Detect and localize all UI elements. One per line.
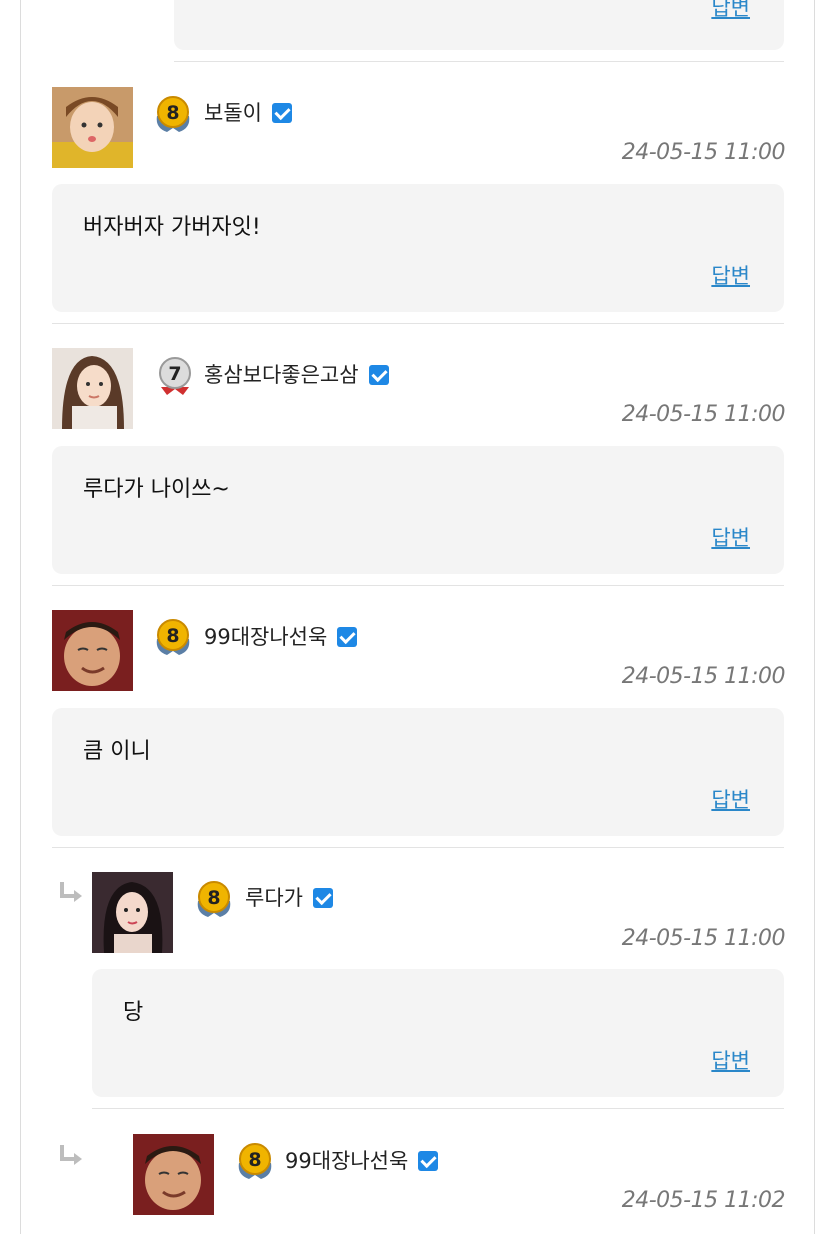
reply-arrow-icon (60, 1145, 82, 1165)
avatar[interactable] (52, 87, 133, 168)
author-name[interactable]: 홍삼보다좋은고삼 (204, 363, 359, 387)
verified-check-icon (337, 627, 358, 647)
comment-author[interactable]: 99대장나선욱 (204, 623, 358, 651)
comment-timestamp: 24-05-15 11:00 (621, 402, 786, 427)
comment-timestamp: 24-05-15 11:00 (621, 926, 786, 951)
verified-check-icon (312, 888, 333, 908)
divider (52, 323, 784, 324)
comment-timestamp: 24-05-15 11:00 (621, 140, 786, 165)
divider (174, 61, 784, 62)
comment-text: 루다가 나이쓰~ (83, 477, 230, 502)
divider (52, 585, 784, 586)
comment-text: 큼 이니 (83, 739, 151, 764)
comment-author[interactable]: 보돌이 (204, 99, 292, 127)
svg-text:8: 8 (248, 1149, 261, 1171)
level-badge-icon: 7 (159, 357, 191, 395)
comment-text: 당 (123, 1000, 144, 1025)
comment-bubble: 루다가 나이쓰~ 답변 (52, 446, 784, 574)
avatar[interactable] (52, 348, 133, 429)
comment-bubble: 당 답변 (92, 969, 784, 1097)
verified-check-icon (271, 103, 292, 123)
reply-button[interactable]: 답변 (711, 784, 750, 814)
comment-bubble: 큼 이니 답변 (52, 708, 784, 836)
avatar[interactable] (133, 1134, 214, 1215)
divider (92, 1108, 784, 1109)
reply-button[interactable]: 답변 (711, 0, 750, 22)
level-badge-icon: 8 (156, 96, 190, 132)
reply-button[interactable]: 답변 (711, 1045, 750, 1075)
author-name[interactable]: 루다가 (245, 886, 303, 910)
comment-bubble: 버자버자 가버자잇! 답변 (52, 184, 784, 312)
comment-author[interactable]: 루다가 (245, 884, 333, 912)
avatar[interactable] (92, 872, 173, 953)
svg-text:8: 8 (207, 887, 220, 909)
comment-bubble-partial: 답변 (174, 0, 784, 50)
svg-text:8: 8 (166, 625, 179, 647)
comment-author[interactable]: 홍삼보다좋은고삼 (204, 361, 389, 389)
verified-check-icon (368, 365, 389, 385)
divider (52, 847, 784, 848)
author-name[interactable]: 99대장나선욱 (204, 625, 327, 649)
level-badge-icon: 8 (156, 619, 190, 655)
verified-check-icon (418, 1151, 439, 1171)
reply-button[interactable]: 답변 (711, 260, 750, 290)
comment-author[interactable]: 99대장나선욱 (285, 1147, 439, 1175)
comment-timestamp: 24-05-15 11:02 (621, 1188, 786, 1213)
svg-text:7: 7 (168, 363, 181, 385)
comment-timestamp: 24-05-15 11:00 (621, 664, 786, 689)
level-badge-icon: 8 (197, 881, 231, 917)
level-badge-icon: 8 (238, 1143, 272, 1179)
comment-text: 버자버자 가버자잇! (83, 215, 261, 240)
avatar[interactable] (52, 610, 133, 691)
reply-arrow-icon (60, 882, 82, 902)
author-name[interactable]: 보돌이 (204, 101, 262, 125)
reply-button[interactable]: 답변 (711, 522, 750, 552)
author-name[interactable]: 99대장나선욱 (285, 1149, 408, 1173)
svg-text:8: 8 (166, 102, 179, 124)
